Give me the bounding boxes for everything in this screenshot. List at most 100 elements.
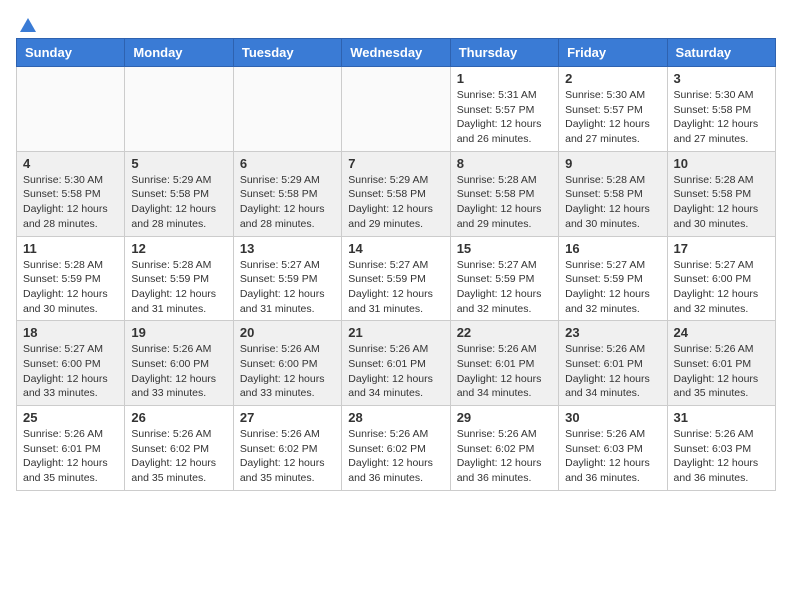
calendar-cell: 12Sunrise: 5:28 AM Sunset: 5:59 PM Dayli…	[125, 236, 233, 321]
calendar-cell: 8 Sunrise: 5:28 AM Sunset: 5:58 PM Daylig…	[450, 151, 558, 236]
calendar-cell: 4 Sunrise: 5:30 AM Sunset: 5:58 PM Daylig…	[17, 151, 125, 236]
day-info: Sunrise: 5:26 AM Sunset: 6:01 PM Dayligh…	[348, 342, 443, 401]
day-number: 15	[457, 241, 552, 256]
calendar-week-5: 25Sunrise: 5:26 AM Sunset: 6:01 PM Dayli…	[17, 406, 776, 491]
day-info: Sunrise: 5:27 AM Sunset: 5:59 PM Dayligh…	[348, 258, 443, 317]
day-number: 27	[240, 410, 335, 425]
day-number: 31	[674, 410, 769, 425]
day-info: Sunrise: 5:26 AM Sunset: 6:03 PM Dayligh…	[674, 427, 769, 486]
day-number: 11	[23, 241, 118, 256]
day-info: Sunrise: 5:29 AM Sunset: 5:58 PM Dayligh…	[348, 173, 443, 232]
day-number: 5	[131, 156, 226, 171]
calendar-week-2: 4 Sunrise: 5:30 AM Sunset: 5:58 PM Daylig…	[17, 151, 776, 236]
day-info: Sunrise: 5:30 AM Sunset: 5:58 PM Dayligh…	[23, 173, 118, 232]
calendar-cell: 9Sunrise: 5:28 AM Sunset: 5:58 PM Daylig…	[559, 151, 667, 236]
day-info: Sunrise: 5:26 AM Sunset: 6:02 PM Dayligh…	[457, 427, 552, 486]
day-number: 9	[565, 156, 660, 171]
calendar-cell: 24Sunrise: 5:26 AM Sunset: 6:01 PM Dayli…	[667, 321, 775, 406]
calendar-cell: 5 Sunrise: 5:29 AM Sunset: 5:58 PM Daylig…	[125, 151, 233, 236]
day-number: 4	[23, 156, 118, 171]
calendar-cell: 20 Sunrise: 5:26 AM Sunset: 6:00 PM Dayli…	[233, 321, 341, 406]
day-info: Sunrise: 5:28 AM Sunset: 5:58 PM Dayligh…	[674, 173, 769, 232]
day-number: 13	[240, 241, 335, 256]
day-number: 3	[674, 71, 769, 86]
calendar-header-row: SundayMondayTuesdayWednesdayThursdayFrid…	[17, 39, 776, 67]
calendar-week-3: 11Sunrise: 5:28 AM Sunset: 5:59 PM Dayli…	[17, 236, 776, 321]
day-number: 29	[457, 410, 552, 425]
logo-icon	[18, 16, 38, 36]
day-number: 8	[457, 156, 552, 171]
day-header-tuesday: Tuesday	[233, 39, 341, 67]
calendar-cell: 2 Sunrise: 5:30 AM Sunset: 5:57 PM Daylig…	[559, 67, 667, 152]
day-number: 26	[131, 410, 226, 425]
calendar-cell	[17, 67, 125, 152]
day-number: 6	[240, 156, 335, 171]
calendar-cell: 1 Sunrise: 5:31 AM Sunset: 5:57 PM Daylig…	[450, 67, 558, 152]
day-info: Sunrise: 5:27 AM Sunset: 5:59 PM Dayligh…	[457, 258, 552, 317]
day-info: Sunrise: 5:27 AM Sunset: 5:59 PM Dayligh…	[240, 258, 335, 317]
calendar-cell: 15 Sunrise: 5:27 AM Sunset: 5:59 PM Dayli…	[450, 236, 558, 321]
calendar-cell: 7 Sunrise: 5:29 AM Sunset: 5:58 PM Daylig…	[342, 151, 450, 236]
day-info: Sunrise: 5:26 AM Sunset: 6:00 PM Dayligh…	[240, 342, 335, 401]
day-number: 19	[131, 325, 226, 340]
calendar-cell	[125, 67, 233, 152]
day-info: Sunrise: 5:27 AM Sunset: 5:59 PM Dayligh…	[565, 258, 660, 317]
day-info: Sunrise: 5:30 AM Sunset: 5:58 PM Dayligh…	[674, 88, 769, 147]
day-info: Sunrise: 5:27 AM Sunset: 6:00 PM Dayligh…	[23, 342, 118, 401]
calendar-cell: 23Sunrise: 5:26 AM Sunset: 6:01 PM Dayli…	[559, 321, 667, 406]
day-number: 10	[674, 156, 769, 171]
day-number: 25	[23, 410, 118, 425]
day-number: 21	[348, 325, 443, 340]
day-header-friday: Friday	[559, 39, 667, 67]
day-info: Sunrise: 5:28 AM Sunset: 5:58 PM Dayligh…	[457, 173, 552, 232]
day-info: Sunrise: 5:30 AM Sunset: 5:57 PM Dayligh…	[565, 88, 660, 147]
calendar-cell: 22 Sunrise: 5:26 AM Sunset: 6:01 PM Dayli…	[450, 321, 558, 406]
day-number: 22	[457, 325, 552, 340]
calendar-cell: 19 Sunrise: 5:26 AM Sunset: 6:00 PM Dayli…	[125, 321, 233, 406]
calendar-cell: 29 Sunrise: 5:26 AM Sunset: 6:02 PM Dayli…	[450, 406, 558, 491]
calendar-cell: 21 Sunrise: 5:26 AM Sunset: 6:01 PM Dayli…	[342, 321, 450, 406]
logo	[16, 16, 38, 30]
day-number: 17	[674, 241, 769, 256]
day-number: 2	[565, 71, 660, 86]
day-number: 12	[131, 241, 226, 256]
day-info: Sunrise: 5:26 AM Sunset: 6:02 PM Dayligh…	[131, 427, 226, 486]
calendar-cell: 6 Sunrise: 5:29 AM Sunset: 5:58 PM Daylig…	[233, 151, 341, 236]
calendar-cell: 10 Sunrise: 5:28 AM Sunset: 5:58 PM Dayli…	[667, 151, 775, 236]
calendar-cell: 16 Sunrise: 5:27 AM Sunset: 5:59 PM Dayli…	[559, 236, 667, 321]
calendar-cell: 13 Sunrise: 5:27 AM Sunset: 5:59 PM Dayli…	[233, 236, 341, 321]
day-info: Sunrise: 5:26 AM Sunset: 6:00 PM Dayligh…	[131, 342, 226, 401]
calendar-week-4: 18Sunrise: 5:27 AM Sunset: 6:00 PM Dayli…	[17, 321, 776, 406]
day-info: Sunrise: 5:29 AM Sunset: 5:58 PM Dayligh…	[131, 173, 226, 232]
calendar-cell: 26 Sunrise: 5:26 AM Sunset: 6:02 PM Dayli…	[125, 406, 233, 491]
day-info: Sunrise: 5:26 AM Sunset: 6:01 PM Dayligh…	[674, 342, 769, 401]
day-header-wednesday: Wednesday	[342, 39, 450, 67]
day-info: Sunrise: 5:29 AM Sunset: 5:58 PM Dayligh…	[240, 173, 335, 232]
calendar-cell	[342, 67, 450, 152]
day-info: Sunrise: 5:26 AM Sunset: 6:03 PM Dayligh…	[565, 427, 660, 486]
day-info: Sunrise: 5:26 AM Sunset: 6:02 PM Dayligh…	[348, 427, 443, 486]
calendar-cell: 31 Sunrise: 5:26 AM Sunset: 6:03 PM Dayli…	[667, 406, 775, 491]
day-info: Sunrise: 5:26 AM Sunset: 6:01 PM Dayligh…	[565, 342, 660, 401]
day-number: 20	[240, 325, 335, 340]
day-header-monday: Monday	[125, 39, 233, 67]
day-number: 14	[348, 241, 443, 256]
calendar-cell: 28 Sunrise: 5:26 AM Sunset: 6:02 PM Dayli…	[342, 406, 450, 491]
day-number: 7	[348, 156, 443, 171]
calendar-cell: 30 Sunrise: 5:26 AM Sunset: 6:03 PM Dayli…	[559, 406, 667, 491]
calendar-cell: 17Sunrise: 5:27 AM Sunset: 6:00 PM Dayli…	[667, 236, 775, 321]
day-number: 28	[348, 410, 443, 425]
calendar-cell: 14 Sunrise: 5:27 AM Sunset: 5:59 PM Dayli…	[342, 236, 450, 321]
day-number: 30	[565, 410, 660, 425]
day-number: 16	[565, 241, 660, 256]
calendar-cell: 3 Sunrise: 5:30 AM Sunset: 5:58 PM Daylig…	[667, 67, 775, 152]
day-header-saturday: Saturday	[667, 39, 775, 67]
day-info: Sunrise: 5:26 AM Sunset: 6:01 PM Dayligh…	[457, 342, 552, 401]
day-header-sunday: Sunday	[17, 39, 125, 67]
page-header	[16, 16, 776, 30]
day-header-thursday: Thursday	[450, 39, 558, 67]
day-number: 1	[457, 71, 552, 86]
day-info: Sunrise: 5:31 AM Sunset: 5:57 PM Dayligh…	[457, 88, 552, 147]
calendar-cell: 18Sunrise: 5:27 AM Sunset: 6:00 PM Dayli…	[17, 321, 125, 406]
calendar-table: SundayMondayTuesdayWednesdayThursdayFrid…	[16, 38, 776, 491]
